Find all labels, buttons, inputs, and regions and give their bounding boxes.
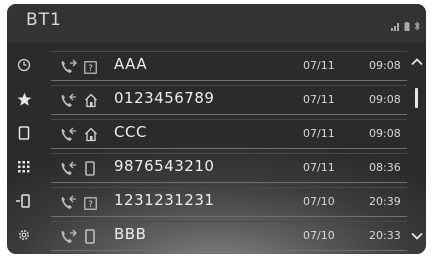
incoming-call-icon	[61, 161, 76, 175]
call-direction	[60, 58, 78, 78]
sidebar-item-send-to-phone[interactable]	[7, 186, 41, 216]
signal-bars-icon	[391, 16, 400, 35]
chevron-up-icon[interactable]	[411, 58, 423, 66]
call-history-row[interactable]: CCC 07/11 09:08	[51, 119, 407, 149]
call-direction	[60, 194, 78, 214]
outgoing-call-icon	[61, 59, 77, 73]
call-direction	[60, 126, 78, 146]
mobile-number-icon	[85, 229, 95, 244]
keypad-icon	[18, 161, 30, 173]
number-type	[84, 93, 98, 112]
phone-book-icon	[18, 126, 30, 140]
outgoing-call-icon	[61, 229, 77, 243]
call-date: 07/11	[303, 59, 335, 72]
unknown-number-icon: ?	[84, 61, 97, 74]
mobile-number-icon	[85, 161, 95, 176]
contact-name: 0123456789	[114, 89, 215, 107]
sidebar-item-keypad[interactable]	[7, 152, 41, 182]
number-type	[84, 127, 98, 146]
incoming-call-icon	[61, 127, 76, 141]
call-time: 08:36	[369, 161, 401, 174]
clock-icon	[17, 58, 31, 72]
incoming-call-icon	[61, 195, 76, 209]
number-type	[84, 161, 96, 180]
call-date: 07/11	[303, 161, 335, 174]
call-date: 07/11	[303, 93, 335, 106]
sidebar-item-contacts[interactable]	[7, 118, 41, 148]
contact-name: BBB	[114, 225, 147, 243]
call-date: 07/10	[303, 229, 335, 242]
call-history-row[interactable]: 9876543210 07/11 08:36	[51, 153, 407, 183]
svg-text:?: ?	[88, 200, 93, 210]
battery-icon	[404, 16, 410, 35]
phone-transfer-icon	[16, 194, 30, 208]
call-direction	[60, 228, 78, 248]
call-time: 09:08	[369, 127, 401, 140]
call-direction	[60, 92, 78, 112]
gear-icon	[19, 230, 29, 240]
sidebar	[7, 48, 41, 254]
bluetooth-icon	[414, 16, 420, 35]
sidebar-item-history[interactable]	[7, 50, 41, 80]
call-date: 07/10	[303, 195, 335, 208]
call-date: 07/11	[303, 127, 335, 140]
call-direction	[60, 160, 78, 180]
page-title: BT1	[26, 10, 62, 30]
contact-name: 9876543210	[114, 157, 215, 175]
number-type: ?	[84, 195, 97, 214]
unknown-number-icon: ?	[84, 197, 97, 210]
title-bar: BT1	[7, 4, 426, 42]
call-time: 20:39	[369, 195, 401, 208]
number-type: ?	[84, 59, 97, 78]
svg-text:?: ?	[88, 64, 93, 74]
home-number-icon	[85, 93, 97, 108]
call-time: 20:33	[369, 229, 401, 242]
sidebar-item-settings[interactable]	[7, 220, 41, 250]
status-icons	[391, 16, 420, 35]
incoming-call-icon	[61, 93, 76, 107]
call-time: 09:08	[369, 93, 401, 106]
number-type	[84, 229, 96, 248]
contact-name: CCC	[114, 123, 147, 141]
sidebar-item-favorites[interactable]	[7, 84, 41, 114]
call-history-row[interactable]: BBB 07/10 20:33	[51, 221, 407, 251]
scroll-thumb[interactable]	[415, 88, 418, 108]
star-icon	[17, 92, 31, 106]
call-history-row[interactable]: 0123456789 07/11 09:08	[51, 85, 407, 115]
contact-name: 1231231231	[114, 191, 215, 209]
screen: BT1 ? AAA 07/11 09:08 0123456789 07/11 0…	[7, 4, 426, 254]
call-time: 09:08	[369, 59, 401, 72]
chevron-down-icon[interactable]	[411, 232, 423, 240]
scrollbar[interactable]	[409, 48, 425, 254]
call-history-row[interactable]: ? 1231231231 07/10 20:39	[51, 187, 407, 217]
call-history-row[interactable]: ? AAA 07/11 09:08	[51, 51, 407, 81]
home-number-icon	[85, 127, 97, 142]
contact-name: AAA	[114, 55, 148, 73]
